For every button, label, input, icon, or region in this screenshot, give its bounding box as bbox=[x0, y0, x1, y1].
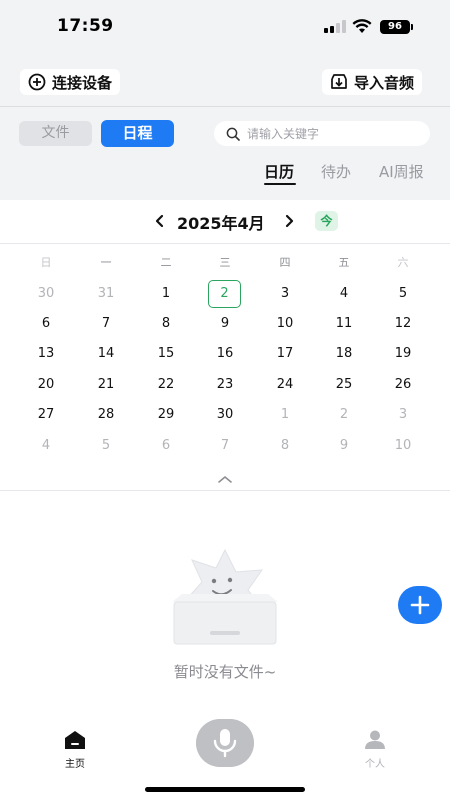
calendar-day[interactable]: 31 bbox=[89, 280, 123, 308]
segment-file[interactable]: 文件 bbox=[19, 121, 92, 146]
person-icon bbox=[365, 730, 385, 749]
calendar-day[interactable]: 15 bbox=[149, 340, 183, 368]
empty-box-illustration bbox=[172, 548, 278, 645]
calendar-day[interactable]: 12 bbox=[386, 310, 420, 338]
calendar-day[interactable]: 4 bbox=[327, 280, 361, 308]
calendar-day[interactable]: 30 bbox=[29, 280, 63, 308]
calendar-day[interactable]: 29 bbox=[149, 401, 183, 429]
calendar-day[interactable]: 1 bbox=[268, 401, 302, 429]
calendar-day[interactable]: 3 bbox=[268, 280, 302, 308]
calendar-day[interactable]: 7 bbox=[208, 432, 242, 460]
search-input[interactable] bbox=[247, 126, 417, 141]
calendar-day[interactable]: 16 bbox=[208, 340, 242, 368]
status-time: 17:59 bbox=[57, 16, 114, 36]
calendar-day[interactable]: 4 bbox=[29, 432, 63, 460]
calendar-day[interactable]: 10 bbox=[386, 432, 420, 460]
segment-schedule[interactable]: 日程 bbox=[101, 120, 174, 147]
calendar-day[interactable]: 17 bbox=[268, 340, 302, 368]
signal-icon bbox=[324, 20, 346, 33]
search-icon bbox=[226, 127, 240, 141]
calendar-day[interactable]: 22 bbox=[149, 371, 183, 399]
calendar-day[interactable]: 24 bbox=[268, 371, 302, 399]
weekday-wed: 三 bbox=[219, 256, 231, 269]
calendar-day[interactable]: 11 bbox=[327, 310, 361, 338]
calendar-day[interactable]: 27 bbox=[29, 401, 63, 429]
search-box[interactable] bbox=[214, 121, 430, 146]
tab-calendar[interactable]: 日历 bbox=[264, 161, 294, 182]
nav-home[interactable]: 主页 bbox=[52, 730, 98, 770]
calendar-day[interactable]: 9 bbox=[327, 432, 361, 460]
calendar-day[interactable]: 6 bbox=[149, 432, 183, 460]
month-title: 2025年4月 bbox=[177, 214, 265, 233]
tab-ai-weekly[interactable]: AI周报 bbox=[379, 161, 424, 182]
connect-device-button[interactable]: 连接设备 bbox=[20, 69, 121, 95]
wifi-icon bbox=[352, 19, 372, 33]
import-icon bbox=[331, 74, 347, 89]
calendar-day[interactable]: 20 bbox=[29, 371, 63, 399]
calendar-day[interactable]: 10 bbox=[268, 310, 302, 338]
calendar-day[interactable]: 3 bbox=[386, 401, 420, 429]
nav-profile[interactable]: 个人 bbox=[352, 730, 398, 770]
chevron-left-icon[interactable] bbox=[153, 212, 167, 230]
battery-cap bbox=[411, 24, 413, 30]
calendar-day[interactable]: 6 bbox=[29, 310, 63, 338]
calendar-day[interactable]: 14 bbox=[89, 340, 123, 368]
calendar-day[interactable]: 28 bbox=[89, 401, 123, 429]
calendar-day[interactable]: 21 bbox=[89, 371, 123, 399]
header-divider bbox=[0, 106, 450, 107]
calendar-top-divider bbox=[0, 243, 450, 244]
import-audio-label: 导入音频 bbox=[354, 73, 415, 92]
calendar-day-selected[interactable]: 2 bbox=[208, 280, 241, 308]
calendar-bottom-divider bbox=[0, 490, 450, 491]
empty-state-text: 暂时没有文件~ bbox=[173, 663, 277, 681]
calendar-day[interactable]: 7 bbox=[89, 310, 123, 338]
battery-icon: 96 bbox=[380, 20, 410, 34]
calendar-day[interactable]: 5 bbox=[89, 432, 123, 460]
calendar-day[interactable]: 26 bbox=[386, 371, 420, 399]
microphone-button[interactable] bbox=[196, 719, 254, 767]
weekday-sat: 六 bbox=[397, 256, 409, 269]
add-button[interactable] bbox=[398, 586, 442, 624]
weekday-mon: 一 bbox=[100, 256, 112, 269]
calendar-day[interactable]: 2 bbox=[327, 401, 361, 429]
nav-profile-label: 个人 bbox=[365, 759, 385, 770]
calendar-day[interactable]: 9 bbox=[208, 310, 242, 338]
chevron-right-icon[interactable] bbox=[282, 212, 296, 230]
calendar-day[interactable]: 13 bbox=[29, 340, 63, 368]
home-icon bbox=[65, 731, 85, 749]
tab-underline bbox=[264, 183, 296, 185]
import-audio-button[interactable]: 导入音频 bbox=[322, 69, 423, 95]
calendar-day[interactable]: 8 bbox=[149, 310, 183, 338]
home-indicator bbox=[145, 787, 305, 792]
tab-todo[interactable]: 待办 bbox=[321, 161, 351, 182]
calendar-day[interactable]: 5 bbox=[386, 280, 420, 308]
calendar-day[interactable]: 8 bbox=[268, 432, 302, 460]
today-button[interactable]: 今 bbox=[315, 211, 338, 231]
weekday-fri: 五 bbox=[338, 256, 350, 269]
weekday-thu: 四 bbox=[279, 256, 291, 269]
chevron-up-icon[interactable] bbox=[217, 474, 233, 484]
calendar-day[interactable]: 23 bbox=[208, 371, 242, 399]
calendar-day[interactable]: 1 bbox=[149, 280, 183, 308]
calendar-day[interactable]: 30 bbox=[208, 401, 242, 429]
nav-home-label: 主页 bbox=[65, 759, 85, 770]
calendar-day[interactable]: 19 bbox=[386, 340, 420, 368]
plus-circle-icon bbox=[28, 73, 46, 91]
calendar-day[interactable]: 25 bbox=[327, 371, 361, 399]
weekday-sun: 日 bbox=[40, 256, 52, 269]
calendar-day[interactable]: 18 bbox=[327, 340, 361, 368]
connect-device-label: 连接设备 bbox=[52, 73, 113, 92]
weekday-tue: 二 bbox=[160, 256, 172, 269]
status-bar: 17:59 96 bbox=[0, 0, 450, 54]
